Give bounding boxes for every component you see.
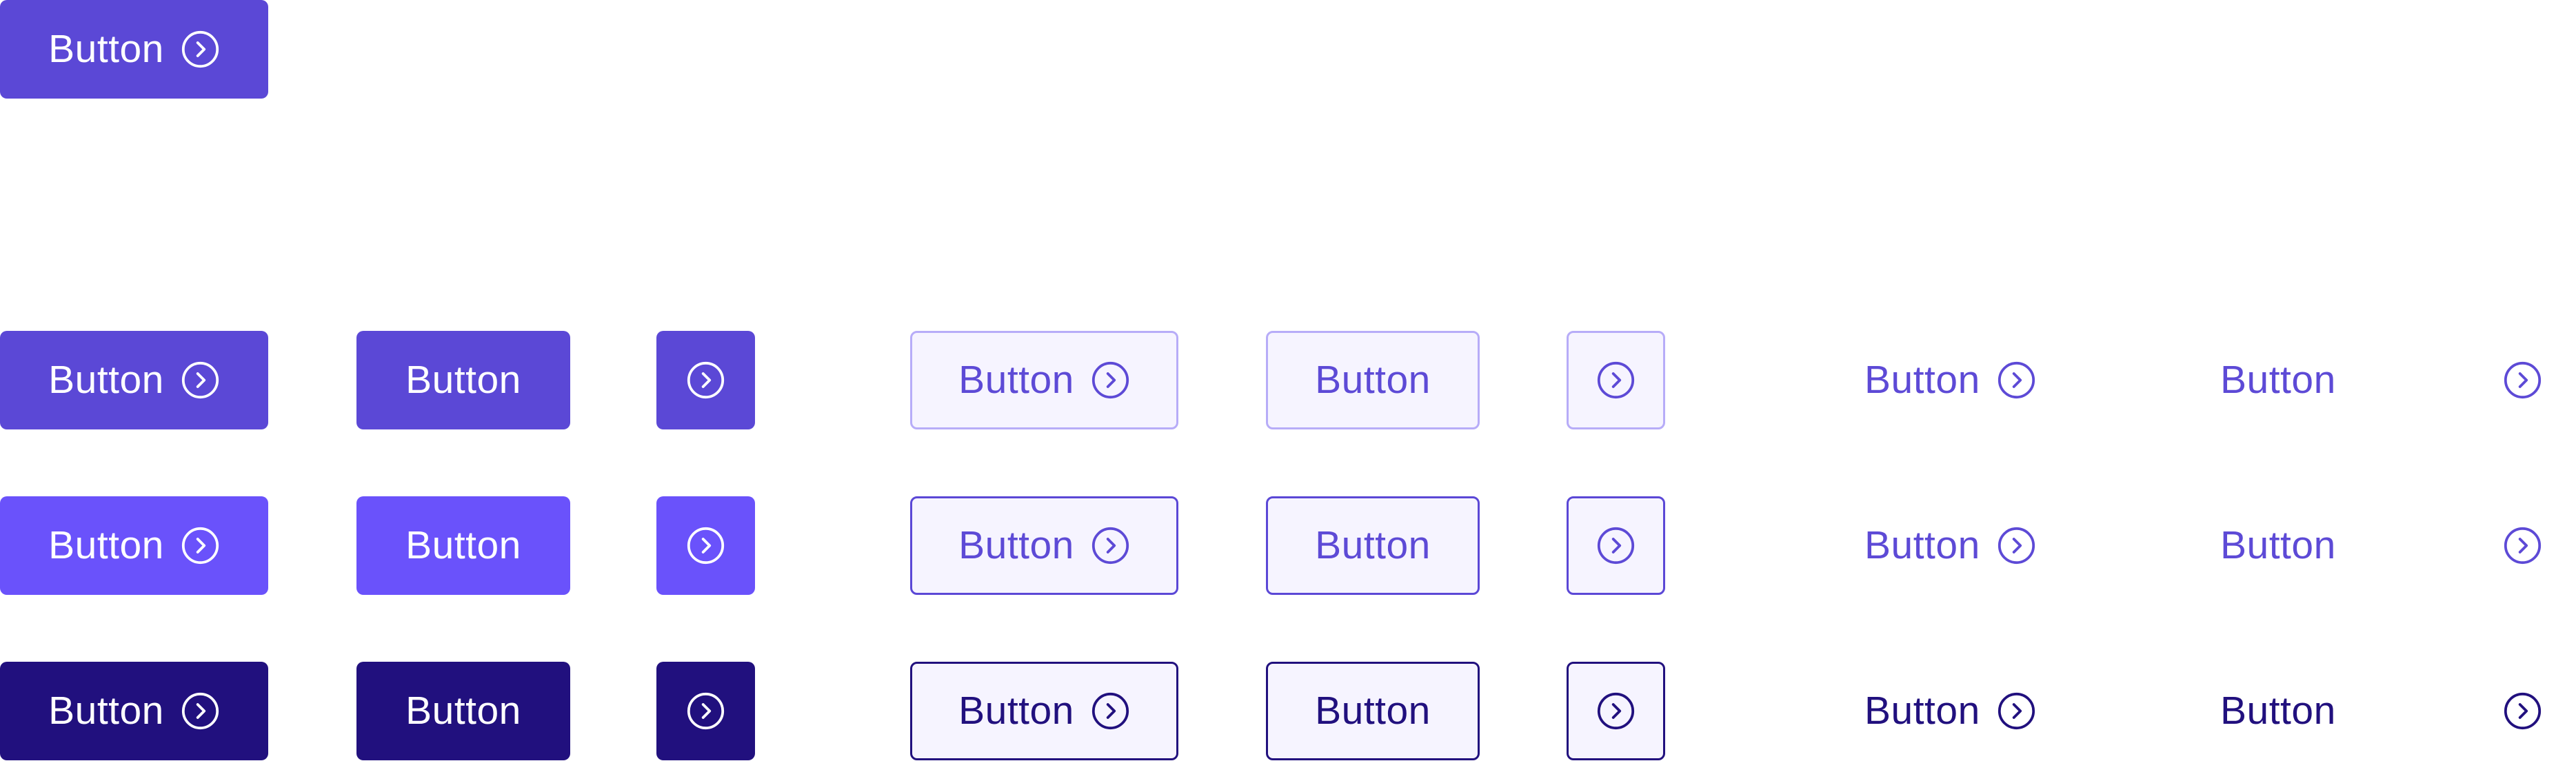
outline-button-with-icon-hover[interactable]: Button — [910, 496, 1178, 595]
outline-button-text-pressed[interactable]: Button — [1266, 662, 1480, 760]
button-label: Button — [1315, 523, 1431, 567]
solid-icon-button-default[interactable] — [656, 331, 755, 429]
chevron-right-circle-icon — [1997, 691, 2036, 731]
chevron-right-circle-icon — [1997, 361, 2036, 400]
button-label: Button — [1864, 689, 1980, 733]
chevron-right-circle-icon — [1596, 361, 1636, 400]
chevron-right-circle-icon — [686, 361, 725, 400]
outline-button-with-icon-default[interactable]: Button — [910, 331, 1178, 429]
button-label: Button — [1864, 523, 1980, 567]
ghost-button-with-icon-default[interactable]: Button — [1864, 331, 2055, 429]
button-label: Button — [48, 689, 164, 733]
button-label: Button — [48, 523, 164, 567]
chevron-right-circle-icon — [181, 361, 220, 400]
button-label: Button — [1315, 358, 1431, 402]
ghost-button-text-hover[interactable]: Button — [2220, 496, 2358, 595]
chevron-right-circle-icon — [686, 691, 725, 731]
solid-button-text-hover[interactable]: Button — [356, 496, 570, 595]
chevron-right-circle-icon — [2503, 361, 2542, 400]
ghost-button-text-default[interactable]: Button — [2220, 331, 2358, 429]
ghost-button-with-icon-hover[interactable]: Button — [1864, 496, 2055, 595]
button-label: Button — [2220, 358, 2336, 402]
chevron-right-circle-icon — [686, 526, 725, 565]
ghost-button-with-icon-pressed[interactable]: Button — [1864, 662, 2055, 760]
solid-button-text-default[interactable]: Button — [356, 331, 570, 429]
button-label: Button — [1315, 689, 1431, 733]
ghost-button-text-pressed[interactable]: Button — [2220, 662, 2358, 760]
ghost-icon-button-pressed[interactable] — [2503, 662, 2551, 760]
chevron-right-circle-icon — [1091, 526, 1130, 565]
outline-button-text-default[interactable]: Button — [1266, 331, 1480, 429]
outline-button-text-hover[interactable]: Button — [1266, 496, 1480, 595]
chevron-right-circle-icon — [2503, 691, 2542, 731]
chevron-right-circle-icon — [181, 30, 220, 69]
ghost-icon-button-hover[interactable] — [2503, 496, 2551, 595]
button-label: Button — [48, 358, 164, 402]
chevron-right-circle-icon — [1091, 691, 1130, 731]
button-label: Button — [958, 689, 1074, 733]
chevron-right-circle-icon — [181, 691, 220, 731]
chevron-right-circle-icon — [1091, 361, 1130, 400]
solid-button-with-icon-hover[interactable]: Button — [0, 496, 268, 595]
button-label: Button — [405, 358, 521, 402]
button-label: Button — [405, 689, 521, 733]
button-label: Button — [2220, 523, 2336, 567]
outline-icon-button-default[interactable] — [1567, 331, 1665, 429]
ghost-icon-button-default[interactable] — [2503, 331, 2551, 429]
button-label: Button — [958, 358, 1074, 402]
solid-icon-button-hover[interactable] — [656, 496, 755, 595]
solid-icon-button-pressed[interactable] — [656, 662, 755, 760]
solid-button-with-icon-pressed[interactable]: Button — [0, 662, 268, 760]
button-label: Button — [1864, 358, 1980, 402]
button-label: Button — [958, 523, 1074, 567]
chevron-right-circle-icon — [1596, 691, 1636, 731]
chevron-right-circle-icon — [2503, 526, 2542, 565]
solid-button-with-icon-default[interactable]: Button — [0, 331, 268, 429]
solid-button-text-pressed[interactable]: Button — [356, 662, 570, 760]
chevron-right-circle-icon — [1596, 526, 1636, 565]
outline-icon-button-hover[interactable] — [1567, 496, 1665, 595]
outline-button-with-icon-pressed[interactable]: Button — [910, 662, 1178, 760]
button-label: Button — [2220, 689, 2336, 733]
button-label: Button — [405, 523, 521, 567]
chevron-right-circle-icon — [1997, 526, 2036, 565]
showcase-button[interactable]: Button — [0, 0, 268, 99]
chevron-right-circle-icon — [181, 526, 220, 565]
outline-icon-button-pressed[interactable] — [1567, 662, 1665, 760]
button-label: Button — [48, 27, 164, 71]
